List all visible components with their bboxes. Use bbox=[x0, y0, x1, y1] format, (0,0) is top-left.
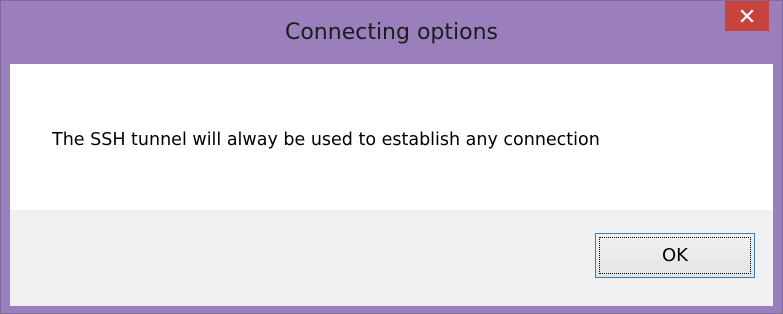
dialog-message: The SSH tunnel will alway be used to est… bbox=[52, 130, 600, 150]
title-bar[interactable]: Connecting options bbox=[1, 1, 782, 64]
close-icon bbox=[740, 9, 754, 23]
close-button[interactable] bbox=[725, 1, 769, 31]
window-title: Connecting options bbox=[284, 20, 498, 45]
ok-button[interactable]: OK bbox=[595, 233, 755, 278]
dialog-content: The SSH tunnel will alway be used to est… bbox=[10, 64, 773, 306]
button-area: OK bbox=[10, 210, 773, 306]
ok-button-label: OK bbox=[662, 245, 688, 266]
dialog-window: Connecting options The SSH tunnel will a… bbox=[0, 0, 783, 314]
message-area: The SSH tunnel will alway be used to est… bbox=[10, 64, 773, 210]
